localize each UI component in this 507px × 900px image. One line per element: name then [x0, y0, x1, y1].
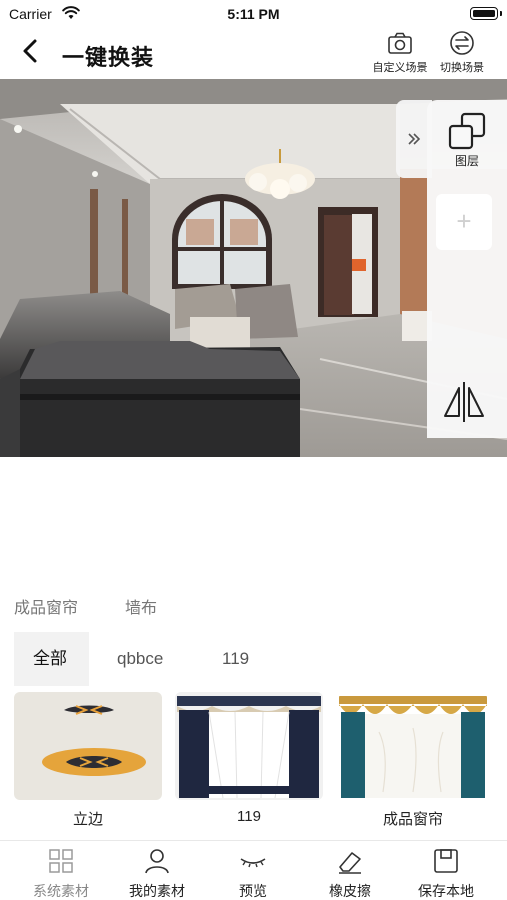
user-icon [145, 849, 169, 874]
save-icon [434, 849, 458, 873]
material-thumbnail [175, 692, 323, 800]
material-card[interactable]: 立边 [14, 692, 162, 828]
nav-label: 我的素材 [129, 883, 185, 899]
custom-scene-label: 自定义场景 [372, 62, 428, 74]
material-name: 立边 [72, 811, 103, 828]
material-card[interactable]: 119 [175, 692, 323, 828]
bottom-nav: 系统素材 我的素材 预览 橡皮擦 保存本地 [0, 840, 507, 900]
battery-icon [470, 7, 502, 20]
double-chevron-right-icon [408, 133, 421, 145]
switch-scene-button[interactable]: 切换场景 [430, 30, 494, 76]
grid-icon [49, 849, 73, 873]
tab-wall-cloth[interactable]: 墙布 [125, 594, 157, 618]
layers-label: 图层 [454, 154, 479, 168]
nav-system-materials[interactable]: 系统素材 [16, 847, 106, 900]
status-bar: Carrier 5:11 PM [0, 0, 507, 28]
nav-label: 系统素材 [33, 883, 89, 899]
header: 一键换装 自定义场景 切换场景 [0, 28, 507, 78]
eraser-icon [339, 852, 361, 874]
layers-icon [448, 112, 486, 150]
material-name: 119 [237, 808, 261, 825]
nav-my-materials[interactable]: 我的素材 [112, 847, 202, 900]
switch-scene-label: 切换场景 [440, 62, 484, 74]
nav-preview[interactable]: 预览 [208, 847, 298, 900]
material-thumbnail [14, 692, 162, 800]
nav-label: 预览 [239, 883, 267, 899]
clock: 5:11 PM [227, 6, 280, 22]
filter-row: 全部 qbbce 119 [14, 632, 494, 686]
material-name: 成品窗帘 [382, 811, 443, 828]
nav-eraser[interactable]: 橡皮擦 [305, 847, 395, 900]
material-card[interactable]: 成品窗帘 [339, 692, 487, 828]
filter-chip-all[interactable]: 全部 [14, 632, 89, 686]
camera-icon [388, 32, 412, 54]
tab-finished-curtains[interactable]: 成品窗帘 [14, 594, 78, 618]
layers-button[interactable]: 图层 [439, 112, 495, 172]
tool-panel-body: 图层 + [427, 100, 507, 438]
add-layer-button[interactable]: + [436, 194, 492, 250]
filter-chip-119[interactable]: 119 [222, 632, 249, 686]
material-grid: 立边 119 成品窗帘 [14, 692, 494, 832]
plus-icon: + [456, 206, 472, 236]
tool-panel: 图层 + [396, 100, 507, 438]
material-thumbnail [339, 692, 487, 800]
nav-label: 橡皮擦 [329, 883, 371, 899]
eye-closed-icon [240, 858, 266, 868]
nav-save-local[interactable]: 保存本地 [401, 847, 491, 900]
page-title: 一键换装 [62, 45, 155, 70]
filter-chip-qbbce[interactable]: qbbce [117, 632, 163, 686]
back-button[interactable] [16, 36, 46, 66]
nav-label: 保存本地 [418, 883, 474, 899]
custom-scene-button[interactable]: 自定义场景 [368, 30, 432, 76]
flip-horizontal-button[interactable] [439, 380, 489, 424]
switch-icon [450, 31, 474, 55]
